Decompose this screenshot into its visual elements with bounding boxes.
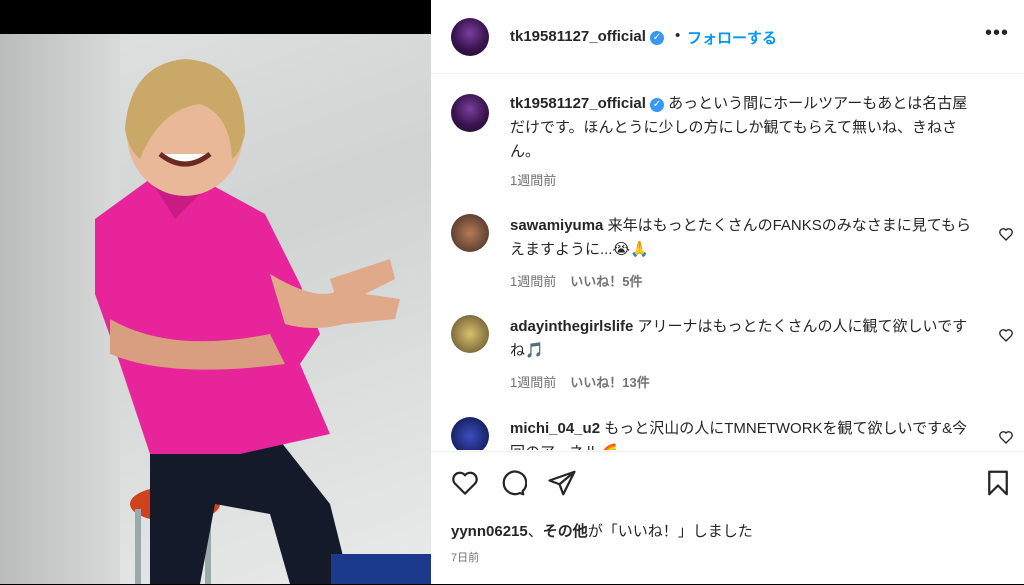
avatar[interactable] xyxy=(451,94,489,132)
comment-likes[interactable]: いいね！5件 xyxy=(570,274,642,289)
share-icon[interactable] xyxy=(547,468,577,498)
bookmark-icon[interactable] xyxy=(983,468,1013,498)
heart-icon[interactable] xyxy=(450,468,480,498)
avatar[interactable] xyxy=(451,18,489,56)
username-link[interactable]: tk19581127_official ✓ xyxy=(510,28,664,45)
comment-meta: 1週間前 いいね！5件 xyxy=(510,271,642,290)
post-header: tk19581127_official ✓ • フォローする ••• xyxy=(431,0,1024,74)
stage-blue xyxy=(331,554,431,584)
comment-text: michi_04_u2 もっと沢山の人にTMNETWORKを観て欲しいです&今回… xyxy=(510,417,980,450)
comment-icon[interactable] xyxy=(497,468,527,498)
caption-time[interactable]: 1週間前 xyxy=(510,170,556,189)
action-bar: yynn06215、その他が「いいね！」しました 7日前 xyxy=(431,451,1024,585)
like-heart-icon[interactable] xyxy=(998,226,1014,242)
post-panel: tk19581127_official ✓ • フォローする ••• tk1958… xyxy=(431,0,1024,584)
like-heart-icon[interactable] xyxy=(998,327,1014,343)
comment-time[interactable]: 1週間前 xyxy=(510,274,556,289)
username-text: tk19581127_official xyxy=(510,28,646,45)
liker-username[interactable]: yynn06215 xyxy=(451,523,528,540)
likes-summary: yynn06215、その他が「いいね！」しました xyxy=(451,520,753,541)
like-heart-icon[interactable] xyxy=(998,429,1014,445)
others-link[interactable]: その他 xyxy=(543,523,588,540)
comment-likes[interactable]: いいね！13件 xyxy=(570,375,649,390)
comments-list[interactable]: tk19581127_official ✓ あっという間にホールツアーもあとは名古… xyxy=(431,74,1024,450)
caption-username[interactable]: tk19581127_official xyxy=(510,95,646,112)
comment-username[interactable]: adayinthegirlslife xyxy=(510,318,633,335)
person-illustration xyxy=(95,59,400,584)
separator-dot: • xyxy=(675,27,681,44)
post-date[interactable]: 7日前 xyxy=(451,549,479,565)
comment-meta: 1週間前 いいね！13件 xyxy=(510,372,650,391)
comment-text: adayinthegirlslife アリーナはもっとたくさんの人に観て欲しいで… xyxy=(510,315,980,363)
verified-icon: ✓ xyxy=(649,98,664,112)
more-options-icon[interactable]: ••• xyxy=(985,22,1009,45)
verified-icon: ✓ xyxy=(649,31,664,45)
avatar[interactable] xyxy=(451,417,489,450)
comment-text: sawamiyuma 来年はもっとたくさんのFANKSのみなさまに見てもらえます… xyxy=(510,214,980,262)
post-photo[interactable] xyxy=(0,0,431,584)
comment-username[interactable]: sawamiyuma xyxy=(510,217,603,234)
comment-time[interactable]: 1週間前 xyxy=(510,375,556,390)
liked-text-1: 、 xyxy=(527,523,543,540)
liked-text-2: が「いいね！」しました xyxy=(587,523,753,540)
caption-text: tk19581127_official ✓ あっという間にホールツアーもあとは名古… xyxy=(510,92,980,164)
avatar[interactable] xyxy=(451,214,489,252)
comment-username[interactable]: michi_04_u2 xyxy=(510,420,600,437)
photo-content xyxy=(0,34,431,584)
follow-button[interactable]: フォローする xyxy=(687,27,777,48)
avatar[interactable] xyxy=(451,315,489,353)
